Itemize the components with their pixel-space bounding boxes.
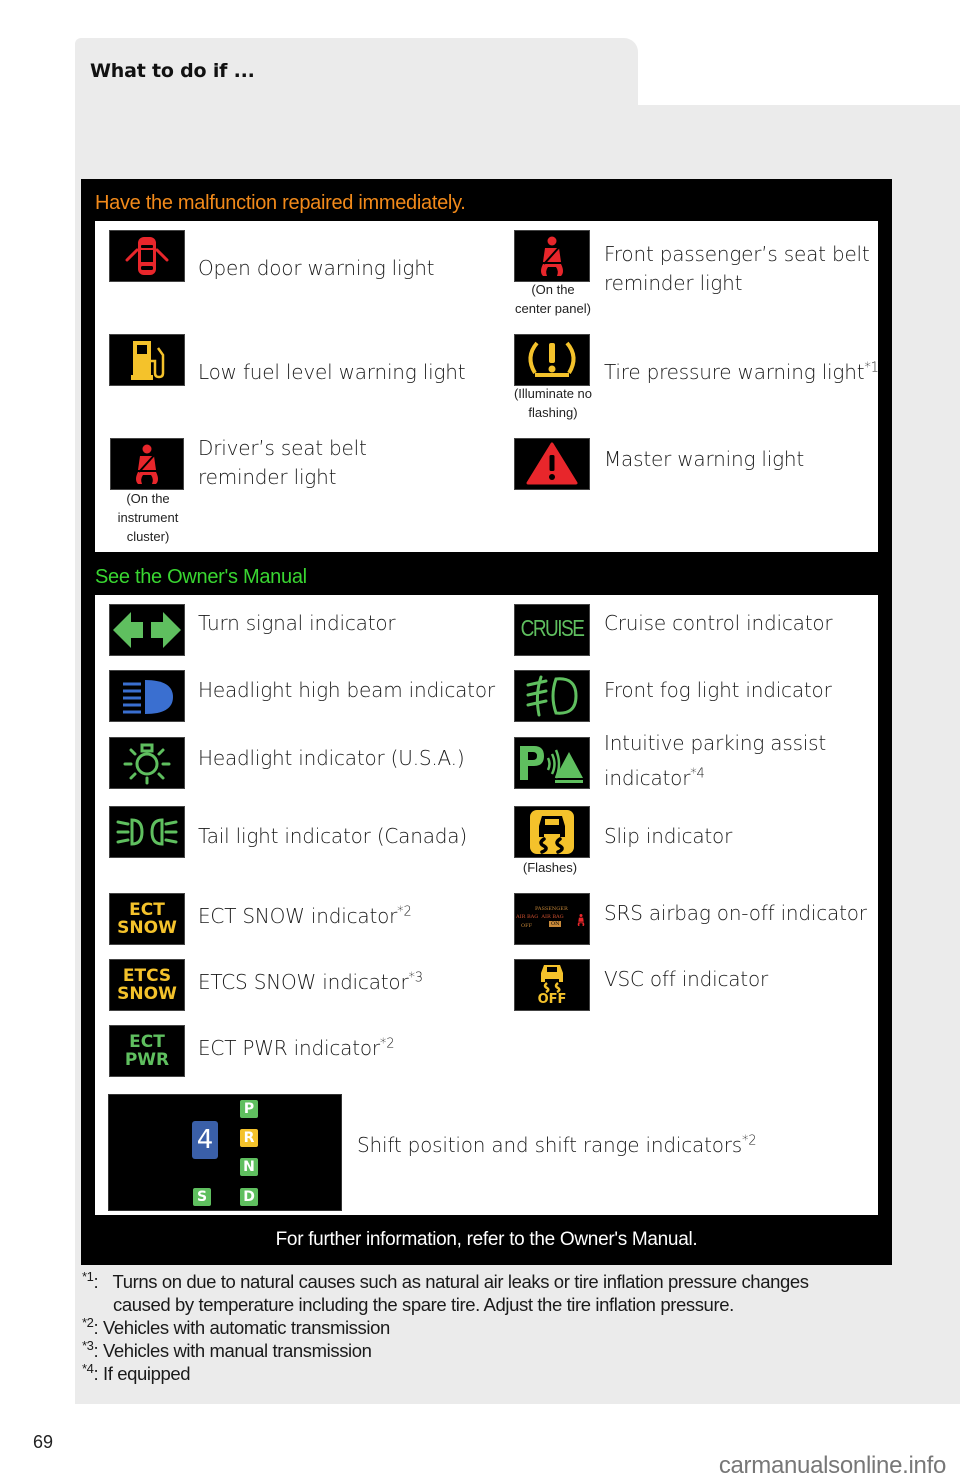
page-number: 69 xyxy=(33,1432,54,1452)
page-title: What to do if ... xyxy=(90,60,255,82)
manual-section-heading: See the Owner's Manual xyxy=(95,566,307,588)
shift-indicator-label: Shift position and shift range indicator… xyxy=(357,1133,757,1157)
headlight-icon xyxy=(109,737,185,789)
cruise-icon: CRUISE xyxy=(514,604,590,656)
ect-pwr-icon: ECT PWR xyxy=(109,1025,185,1077)
open-door-label: Open door warning light xyxy=(198,256,435,280)
driver-seatbelt-note: (On the instrument cluster) xyxy=(117,491,179,544)
footnotes: *1: Turns on due to natural causes such … xyxy=(82,1270,902,1385)
turn-signal-label: Turn signal indicator xyxy=(198,611,396,635)
high-beam-icon xyxy=(109,670,185,722)
shift-position-p: P xyxy=(240,1100,258,1118)
fog-light-icon xyxy=(514,670,590,722)
passenger-seatbelt-note: (On the center panel) xyxy=(515,282,591,316)
ect-snow-icon: ECT SNOW xyxy=(109,893,185,945)
srs-airbag-icon: PASSENGER AIR BAG AIR BAG OFF ON xyxy=(514,893,590,945)
shift-indicator-icon: 4 P R N D S xyxy=(108,1094,342,1211)
indicator-panel: Have the malfunction repaired immediatel… xyxy=(81,179,892,1265)
etcs-snow-label: ETCS SNOW indicator*3 xyxy=(198,970,423,994)
tire-pressure-label: Tire pressure warning light*1 xyxy=(604,360,879,384)
footnote-3: *3: Vehicles with manual transmission xyxy=(82,1337,372,1361)
low-fuel-label: Low fuel level warning light xyxy=(198,360,466,384)
ect-snow-label: ECT SNOW indicator*2 xyxy=(198,904,412,928)
vsc-off-label: VSC off indicator xyxy=(604,967,769,991)
tail-light-label: Tail light indicator (Canada) xyxy=(198,824,467,848)
open-door-icon xyxy=(109,230,185,282)
master-warning-icon xyxy=(514,438,590,490)
section-tab: What to do if ... xyxy=(75,38,638,118)
slip-label: Slip indicator xyxy=(604,824,733,848)
srs-airbag-label: SRS airbag on-off indicator xyxy=(604,901,867,925)
master-warning-label: Master warning light xyxy=(604,447,805,471)
passenger-seatbelt-icon xyxy=(514,230,590,282)
shift-position-d: D xyxy=(240,1188,258,1206)
parking-assist-label: Intuitive parking assist indicator*4 xyxy=(604,731,827,790)
high-beam-label: Headlight high beam indicator xyxy=(198,678,495,702)
cruise-label: Cruise control indicator xyxy=(604,611,833,635)
tire-pressure-icon xyxy=(514,334,590,386)
gear-display: 4 xyxy=(192,1121,218,1159)
footnote-1: *1: Turns on due to natural causes such … xyxy=(82,1268,809,1315)
tail-light-icon xyxy=(109,806,185,858)
repair-section-heading: Have the malfunction repaired immediatel… xyxy=(95,192,466,214)
parking-assist-icon xyxy=(514,737,590,789)
turn-signal-icon xyxy=(109,604,185,656)
footnote-4: *4: If equipped xyxy=(82,1360,191,1384)
driver-seatbelt-icon xyxy=(110,438,184,490)
slip-note: (Flashes) xyxy=(522,860,578,875)
tire-pressure-note: (Illuminate no flashing) xyxy=(513,386,593,420)
ect-pwr-label: ECT PWR indicator*2 xyxy=(198,1036,395,1060)
further-info-message: For further information, refer to the Ow… xyxy=(275,1229,698,1250)
fuel-pump-icon xyxy=(109,334,185,386)
footnote-2: *2: Vehicles with automatic transmission xyxy=(82,1314,390,1338)
shift-position-r: R xyxy=(240,1129,258,1147)
shift-range-s: S xyxy=(193,1188,211,1206)
fog-light-label: Front fog light indicator xyxy=(604,678,832,702)
shift-position-n: N xyxy=(240,1158,258,1176)
watermark[interactable]: carmanualsonline.info xyxy=(719,1452,946,1480)
slip-icon xyxy=(514,806,590,858)
vsc-off-icon: OFF xyxy=(514,959,590,1011)
etcs-snow-icon: ETCS SNOW xyxy=(109,959,185,1011)
passenger-seatbelt-label: Front passenger’s seat belt reminder ligh… xyxy=(604,242,870,295)
driver-seatbelt-label: Driver’s seat belt reminder light xyxy=(198,436,367,489)
headlight-label: Headlight indicator (U.S.A.) xyxy=(198,746,465,770)
